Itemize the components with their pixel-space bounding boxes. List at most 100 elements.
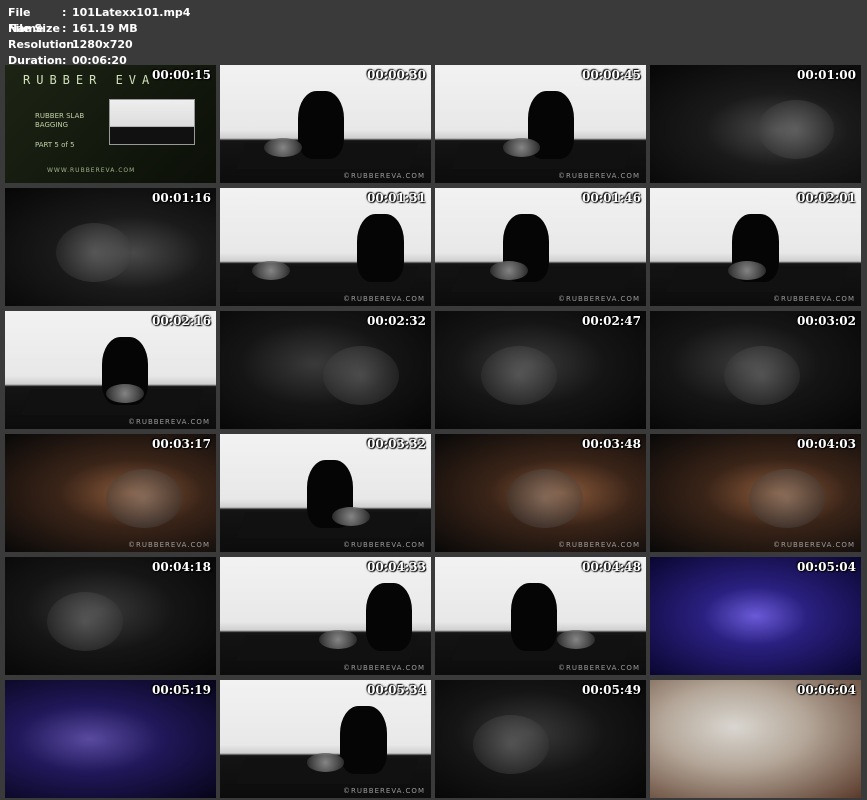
video-thumbnail[interactable]: 00:00:45 ©RUBBEREVA.COM [435, 65, 646, 183]
video-thumbnail[interactable]: 00:01:00 [650, 65, 861, 183]
timestamp-label: 00:05:19 [152, 683, 211, 697]
watermark: ©RUBBEREVA.COM [128, 541, 210, 549]
timestamp-label: 00:03:32 [367, 437, 426, 451]
timestamp-label: 00:03:48 [582, 437, 641, 451]
watermark: ©RUBBEREVA.COM [343, 295, 425, 303]
timestamp-label: 00:02:47 [582, 314, 641, 328]
video-thumbnail[interactable]: 00:05:49 [435, 680, 646, 798]
title-line: BAGGING [35, 121, 69, 129]
figure-silhouette [510, 582, 558, 652]
video-thumbnail[interactable]: 00:01:31 ©RUBBEREVA.COM [220, 188, 431, 306]
watermark: ©RUBBEREVA.COM [773, 295, 855, 303]
bag-shape [506, 469, 583, 529]
bag-shape [481, 346, 558, 406]
timestamp-label: 00:01:00 [797, 68, 856, 82]
video-thumbnail[interactable]: 00:03:48 ©RUBBEREVA.COM [435, 434, 646, 552]
separator: : [62, 22, 67, 35]
bag-shape [489, 261, 528, 281]
bag-shape [106, 469, 183, 529]
bag-shape [319, 630, 358, 650]
timestamp-label: 00:04:48 [582, 560, 641, 574]
separator: : [62, 38, 67, 51]
bag-shape [251, 261, 290, 281]
thumbnail-grid: RUBBER EVA RUBBER SLAB BAGGING PART 5 of 5 W… [5, 65, 861, 798]
file-name-row: File Name : 101Latexx101.mp4 [8, 5, 190, 35]
timestamp-label: 00:02:01 [797, 191, 856, 205]
video-thumbnail[interactable]: 00:02:32 [220, 311, 431, 429]
video-thumbnail[interactable]: 00:03:32 ©RUBBEREVA.COM [220, 434, 431, 552]
video-thumbnail[interactable]: 00:05:04 [650, 557, 861, 675]
figure-silhouette [365, 582, 412, 652]
timestamp-label: 00:00:15 [152, 68, 211, 82]
timestamp-label: 00:01:16 [152, 191, 211, 205]
video-thumbnail[interactable]: 00:04:48 ©RUBBEREVA.COM [435, 557, 646, 675]
timestamp-label: 00:01:46 [582, 191, 641, 205]
bag-shape [55, 223, 132, 283]
video-thumbnail[interactable]: 00:03:02 [650, 311, 861, 429]
video-thumbnail[interactable]: 00:04:33 ©RUBBEREVA.COM [220, 557, 431, 675]
bag-shape [502, 138, 541, 158]
video-thumbnail[interactable]: 00:05:19 [5, 680, 216, 798]
video-thumbnail[interactable]: 00:01:46 ©RUBBEREVA.COM [435, 188, 646, 306]
watermark: ©RUBBEREVA.COM [558, 172, 640, 180]
bag-shape [472, 715, 549, 775]
video-thumbnail[interactable]: 00:00:30 ©RUBBEREVA.COM [220, 65, 431, 183]
bag-shape [749, 469, 826, 529]
video-thumbnail[interactable]: 00:04:18 [5, 557, 216, 675]
bag-shape [306, 753, 345, 773]
watermark: ©RUBBEREVA.COM [343, 172, 425, 180]
title-line: PART 5 of 5 [35, 141, 75, 149]
bag-shape [47, 592, 124, 652]
bag-shape [757, 100, 834, 160]
title-inset-image [109, 99, 195, 145]
video-thumbnail[interactable]: 00:04:03 ©RUBBEREVA.COM [650, 434, 861, 552]
figure-silhouette [357, 213, 404, 283]
timestamp-label: 00:02:32 [367, 314, 426, 328]
timestamp-label: 00:03:17 [152, 437, 211, 451]
watermark: ©RUBBEREVA.COM [343, 787, 425, 795]
timestamp-label: 00:06:04 [797, 683, 856, 697]
timestamp-label: 00:04:03 [797, 437, 856, 451]
video-thumbnail[interactable]: 00:01:16 [5, 188, 216, 306]
timestamp-label: 00:01:31 [367, 191, 426, 205]
watermark: ©RUBBEREVA.COM [558, 541, 640, 549]
watermark: ©RUBBEREVA.COM [343, 664, 425, 672]
watermark: ©RUBBEREVA.COM [773, 541, 855, 549]
bag-shape [323, 346, 400, 406]
timestamp-label: 00:05:04 [797, 560, 856, 574]
timestamp-label: 00:03:02 [797, 314, 856, 328]
timestamp-label: 00:00:30 [367, 68, 426, 82]
video-thumbnail[interactable]: 00:02:16 ©RUBBEREVA.COM [5, 311, 216, 429]
title-brand: RUBBER EVA [23, 73, 156, 87]
watermark: ©RUBBEREVA.COM [128, 418, 210, 426]
video-thumbnail[interactable]: 00:02:47 [435, 311, 646, 429]
title-url: WWW.RUBBEREVA.COM [47, 167, 136, 174]
watermark: ©RUBBEREVA.COM [558, 295, 640, 303]
separator: : [62, 6, 67, 19]
resolution-value: 1280x720 [72, 38, 133, 51]
timestamp-label: 00:05:34 [367, 683, 426, 697]
watermark: ©RUBBEREVA.COM [558, 664, 640, 672]
video-thumbnail[interactable]: 00:06:04 [650, 680, 861, 798]
bag-shape [331, 507, 370, 527]
file-size-label: File Size [8, 22, 60, 35]
bag-shape [106, 384, 145, 404]
file-name-label: File Name [8, 6, 44, 35]
video-thumbnail[interactable]: 00:02:01 ©RUBBEREVA.COM [650, 188, 861, 306]
file-info-header: File Name : 101Latexx101.mp4 File Size :… [8, 5, 190, 69]
resolution-row: Resolution : 1280x720 [8, 37, 190, 53]
video-thumbnail[interactable]: 00:03:17 ©RUBBEREVA.COM [5, 434, 216, 552]
resolution-label: Resolution [8, 38, 75, 51]
file-size-value: 161.19 MB [72, 22, 138, 35]
bag-shape [723, 346, 800, 406]
bag-shape [728, 261, 767, 281]
watermark: ©RUBBEREVA.COM [343, 541, 425, 549]
figure-silhouette [298, 90, 345, 160]
title-line: RUBBER SLAB [35, 112, 85, 120]
timestamp-label: 00:04:33 [367, 560, 426, 574]
timestamp-label: 00:04:18 [152, 560, 211, 574]
timestamp-label: 00:05:49 [582, 683, 641, 697]
video-thumbnail[interactable]: 00:05:34 ©RUBBEREVA.COM [220, 680, 431, 798]
video-thumbnail[interactable]: RUBBER EVA RUBBER SLAB BAGGING PART 5 of 5 W… [5, 65, 216, 183]
file-size-row: File Size : 161.19 MB [8, 21, 190, 37]
